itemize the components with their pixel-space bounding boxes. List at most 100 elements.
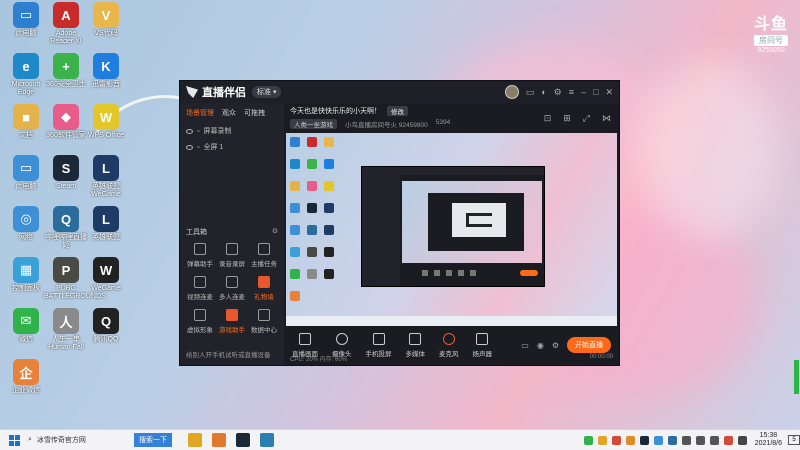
notification-icon[interactable]: 5	[788, 435, 800, 445]
lock-icon[interactable]: ▫	[197, 144, 199, 151]
tool-button[interactable]: 弹幕助手	[184, 243, 216, 268]
more-icon[interactable]: ⊙	[272, 227, 278, 237]
tray-icon[interactable]	[611, 435, 621, 445]
desktop-icon[interactable]: 企企业微信	[4, 359, 48, 395]
desktop-icon-label: 文档	[19, 132, 33, 139]
nested-logo	[466, 213, 492, 227]
tray-icon[interactable]	[737, 435, 747, 445]
tray-icon[interactable]	[625, 435, 635, 445]
tool-button[interactable]: 数据中心	[248, 309, 280, 334]
desktop-icon-label: VS代码	[94, 30, 118, 37]
desktop-icon[interactable]: ◆ 360软件管家	[44, 104, 88, 140]
desktop-icon[interactable]: V VS代码	[84, 2, 128, 38]
message-icon[interactable]: ▭	[526, 87, 535, 98]
minimize-icon[interactable]: –	[581, 87, 586, 97]
tool-icon	[258, 309, 270, 321]
menu-icon[interactable]: ≡	[569, 87, 574, 97]
desktop-icon[interactable]: ▭ 此电脑	[4, 155, 48, 191]
tool-button[interactable]: 主播任务	[248, 243, 280, 268]
maximize-icon[interactable]: □	[593, 87, 598, 97]
preview-desktop-icon	[307, 137, 317, 147]
desktop-icon[interactable]: W WeGame	[84, 257, 128, 293]
search-button[interactable]: 搜索一下	[134, 433, 172, 447]
tray-icon[interactable]	[709, 435, 719, 445]
app-icon: Q	[53, 206, 79, 232]
desktop-icon[interactable]: 人人生一串 Human Fall	[44, 308, 88, 352]
desktop-icon[interactable]: ▦ 控制面板	[4, 257, 48, 293]
pinned-app-icon[interactable]	[188, 433, 202, 447]
viewer-count: 5394	[435, 119, 451, 126]
tab-audience[interactable]: 观众	[222, 108, 236, 118]
pinned-app-icon[interactable]	[236, 433, 250, 447]
tray-icon[interactable]	[723, 435, 733, 445]
tray-icon[interactable]	[653, 435, 663, 445]
desktop-icon[interactable]: S Steam	[44, 155, 88, 191]
tray-icon[interactable]	[597, 435, 607, 445]
avatar[interactable]	[504, 85, 519, 99]
eye-icon[interactable]	[186, 128, 193, 134]
desktop-icon[interactable]: P PUBG BATTLEGROUNDS	[44, 257, 106, 301]
scene-item[interactable]: ▫ 全屏 1	[180, 139, 284, 155]
tool-button[interactable]: 礼物墙	[248, 276, 280, 301]
tray-icon[interactable]	[681, 435, 691, 445]
skin-icon[interactable]: ◐	[541, 87, 546, 97]
search-text: 冰雪传奇官方网	[36, 437, 86, 444]
desktop-icon[interactable]: ◎ 网络	[4, 206, 48, 242]
desktop-icon[interactable]: Q 哔哩哔哩直播姬	[44, 206, 88, 250]
close-icon[interactable]: ✕	[605, 87, 613, 98]
tray-icon[interactable]	[639, 435, 649, 445]
tray-icon[interactable]	[695, 435, 705, 445]
eye-icon[interactable]	[186, 144, 193, 150]
desktop-icon[interactable]: +360安全卫士	[44, 53, 88, 89]
tool-button[interactable]: 虚拟形象	[184, 309, 216, 334]
desktop-icon[interactable]: ■ 文档	[4, 104, 48, 140]
pinned-app-icon[interactable]	[260, 433, 274, 447]
clock[interactable]: 15:38 2021/8/6	[755, 432, 782, 448]
tool-label: 数据中心	[251, 327, 277, 334]
preview-desktop-icon	[290, 225, 300, 235]
tool-button[interactable]: 视频连麦	[184, 276, 216, 301]
preview-desktop-icon	[307, 203, 317, 213]
tool-button[interactable]: 游戏助手	[216, 309, 248, 334]
share-icon[interactable]: ⋈	[602, 113, 611, 124]
desktop-icon-label: 人生一串 Human Fall	[48, 336, 84, 351]
desktop-icon[interactable]: ✉ 微信	[4, 308, 48, 344]
scene-tabs: 场景管理 观众 可拖拽	[180, 103, 284, 123]
start-live-button[interactable]: 开始直播	[567, 337, 611, 353]
desktop-icon[interactable]: Q 腾讯QQ	[84, 308, 128, 344]
desktop-icon[interactable]: K 迅雷影音	[84, 53, 128, 89]
desktop-icon[interactable]: ▭ 此电脑	[4, 2, 48, 38]
tool-button[interactable]: 录音录屏	[216, 243, 248, 268]
tab-scene[interactable]: 场景管理	[186, 108, 214, 118]
tray-icon[interactable]	[667, 435, 677, 445]
record-icon[interactable]: ▭	[521, 341, 529, 350]
scene-item[interactable]: ▫ 屏幕录制	[180, 123, 284, 139]
lock-icon[interactable]: ▫	[197, 128, 199, 135]
start-button[interactable]	[0, 434, 28, 446]
mode-dropdown[interactable]: 标准 ▾	[252, 86, 282, 98]
tab-drag[interactable]: 可拖拽	[244, 108, 265, 118]
stream-preview[interactable]	[286, 133, 617, 326]
desktop-icon[interactable]: L 英雄联盟 WeGame	[84, 155, 128, 199]
taskbar-search[interactable]: ⌕ 冰雪传奇官方网	[28, 435, 128, 445]
settings-icon[interactable]: ⚙	[554, 87, 562, 98]
edit-title-button[interactable]: 修改	[387, 106, 408, 116]
lock-icon[interactable]: ⊡	[544, 113, 552, 124]
watermark-logo: 斗鱼	[753, 16, 788, 33]
tool-button[interactable]: 多人连麦	[216, 276, 248, 301]
tool-label: 视频连麦	[187, 294, 213, 301]
eye-icon[interactable]: ◉	[537, 341, 544, 350]
desktop-icon[interactable]: e Microsoft Edge	[4, 53, 48, 97]
tray-icon[interactable]	[583, 435, 593, 445]
desktop-icon[interactable]: A Adobe Reader XI	[44, 2, 88, 46]
layout-icon[interactable]: ⊞	[563, 113, 571, 124]
desktop-icon[interactable]: W WPS Office	[84, 104, 128, 140]
desktop-icon[interactable]: L 英雄联盟	[84, 206, 128, 242]
settings-icon[interactable]: ⚙	[552, 341, 559, 350]
category-button[interactable]: 人类一坐游戏	[290, 119, 337, 129]
live-duration: 00:00:00	[589, 354, 613, 360]
pinned-app-icon[interactable]	[212, 433, 226, 447]
app-icon: Q	[93, 308, 119, 334]
bottom-tip[interactable]: 给别人开手机试听或直播设备	[186, 349, 271, 359]
fullscreen-icon[interactable]: ⤢	[583, 113, 590, 124]
